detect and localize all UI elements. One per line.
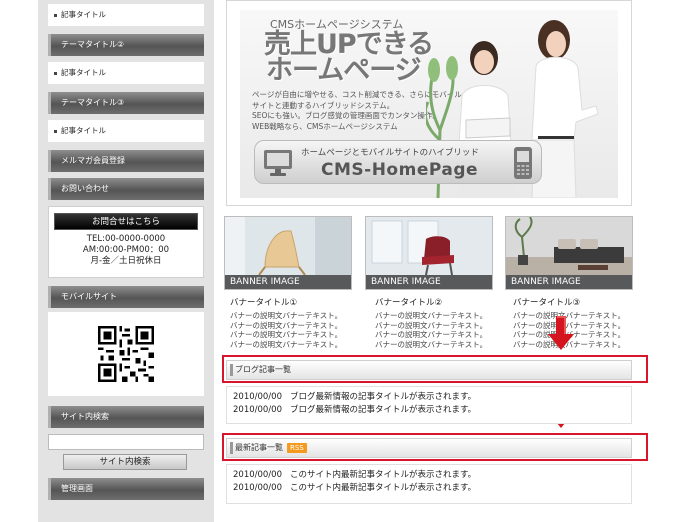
hero-title-line-2: ホームページ — [266, 55, 422, 86]
monitor-icon — [264, 150, 292, 176]
banner-1-title[interactable]: バナータイトル① — [230, 296, 297, 308]
banner-text-line: バナーの説明文バナーテキスト。 — [513, 339, 626, 349]
site-search-input[interactable] — [48, 434, 204, 450]
list-item-title[interactable]: このサイト内最新記事タイトルが表示されます。 — [290, 470, 476, 480]
sidebar-heading-theme-3[interactable]: テーマタイトル③ — [48, 92, 204, 114]
sidebar-heading-site-search: サイト内検索 — [48, 406, 204, 428]
list-item[interactable]: 2010/00/00 ブログ最新情報の記事タイトルが表示されます。 — [227, 391, 631, 404]
latest-list: 2010/00/00 このサイト内最新記事タイトルが表示されます。 2010/00… — [226, 464, 632, 504]
sidebar-item-article-1[interactable]: 記事タイトル — [48, 4, 204, 26]
list-item-title[interactable]: ブログ最新情報の記事タイトルが表示されます。 — [290, 392, 476, 402]
banner-text-line: バナーの説明文バナーテキスト。 — [375, 311, 488, 320]
qr-box — [48, 312, 204, 396]
hero-bar-product: CMS-HomePage — [321, 160, 479, 180]
highlight-box-blog — [222, 355, 648, 383]
bullet-icon — [54, 13, 57, 17]
list-item-date: 2010/00/00 — [233, 483, 282, 493]
sidebar-heading-mobile-site[interactable]: モバイルサイト — [48, 286, 204, 308]
bullet-icon — [54, 129, 57, 133]
blog-list: 2010/00/00 ブログ最新情報の記事タイトルが表示されます。 2010/00… — [226, 386, 632, 424]
list-item-date: 2010/00/00 — [233, 470, 282, 480]
contact-button[interactable]: お問合せはこちら — [54, 213, 198, 230]
qr-code-icon — [98, 326, 154, 382]
banner-3-title[interactable]: バナータイトル③ — [513, 296, 580, 308]
sidebar-item-article-3[interactable]: 記事タイトル — [48, 120, 204, 142]
list-item[interactable]: 2010/00/00 このサイト内最新記事タイトルが表示されます。 — [227, 482, 631, 495]
sidebar-item-admin[interactable]: 管理画面 — [48, 478, 204, 500]
banner-2-caption: BANNER IMAGE — [366, 275, 492, 289]
list-item-date: 2010/00/00 — [233, 405, 282, 415]
list-item[interactable]: 2010/00/00 ブログ最新情報の記事タイトルが表示されます。 — [227, 404, 631, 417]
banner-3-caption: BANNER IMAGE — [506, 275, 632, 289]
arrow-down-icon — [548, 316, 574, 350]
bullet-icon — [54, 71, 57, 75]
list-item-title[interactable]: ブログ最新情報の記事タイトルが表示されます。 — [290, 405, 476, 415]
contact-tel: TEL:00-0000-0000 — [86, 234, 166, 244]
banner-1[interactable]: BANNER IMAGE — [224, 216, 352, 290]
banner-text-line: バナーの説明文バナーテキスト。 — [230, 339, 343, 349]
contact-box: お問合せはこちら TEL:00-0000-0000 AM:00:00-PM00：… — [48, 206, 204, 278]
banner-2-title[interactable]: バナータイトル② — [375, 296, 442, 308]
banner-3[interactable]: BANNER IMAGE — [505, 216, 633, 290]
hero-bar-caption: ホームページとモバイルサイトのハイブリッド — [301, 148, 479, 158]
banner-1-image — [225, 217, 351, 275]
banner-2-text: バナーの説明文バナーテキスト。 バナーの説明文バナーテキスト。 バナーの説明文バ… — [375, 311, 503, 349]
banner-text-line: バナーの説明文バナーテキスト。 — [230, 311, 343, 320]
sidebar-item-article-2[interactable]: 記事タイトル — [48, 62, 204, 84]
hero-banner[interactable]: CMSホームページシステム 売上UPできる ホームページ ページが自由に増やせる… — [240, 10, 618, 198]
hero-title: 売上UPできる ホームページ — [264, 31, 434, 86]
banner-1-caption: BANNER IMAGE — [225, 275, 351, 289]
hero-cms-bar[interactable]: ホームページとモバイルサイトのハイブリッド CMS-HomePage — [254, 140, 542, 184]
sidebar-item-mailmag[interactable]: メルマガ会員登録 — [48, 150, 204, 172]
banner-text-line: バナーの説明文バナーテキスト。 — [375, 339, 488, 349]
banner-text-line: バナーの説明文バナーテキスト。 — [513, 311, 626, 320]
site-search-button[interactable]: サイト内検索 — [63, 454, 187, 470]
sidebar-item-inquiry[interactable]: お問い合わせ — [48, 178, 204, 200]
banner-text-line: バナーの説明文バナーテキスト。 — [513, 320, 626, 330]
banner-text-line: バナーの説明文バナーテキスト。 — [230, 330, 343, 339]
banner-text-line: バナーの説明文バナーテキスト。 — [375, 330, 488, 339]
banner-3-text: バナーの説明文バナーテキスト。 バナーの説明文バナーテキスト。 バナーの説明文バ… — [513, 311, 641, 349]
banner-3-image — [506, 217, 632, 275]
contact-holiday: 月-金／土日祝休日 — [90, 256, 162, 266]
banner-2-image — [366, 217, 492, 275]
banner-2[interactable]: BANNER IMAGE — [365, 216, 493, 290]
contact-hours: AM:00:00-PM00：00 — [82, 245, 170, 255]
sidebar: 記事タイトル テーマタイトル② 記事タイトル テーマタイトル③ 記事タイトル メ… — [38, 0, 214, 522]
banner-1-text: バナーの説明文バナーテキスト。 バナーの説明文バナーテキスト。 バナーの説明文バ… — [230, 311, 358, 349]
banner-text-line: バナーの説明文バナーテキスト。 — [230, 320, 343, 330]
highlight-box-latest — [222, 433, 648, 461]
banner-text-line: バナーの説明文バナーテキスト。 — [375, 320, 488, 330]
list-item[interactable]: 2010/00/00 このサイト内最新記事タイトルが表示されます。 — [227, 469, 631, 482]
mobile-phone-icon — [514, 147, 532, 179]
list-item-title[interactable]: このサイト内最新記事タイトルが表示されます。 — [290, 483, 476, 493]
list-item-date: 2010/00/00 — [233, 392, 282, 402]
sidebar-heading-theme-2[interactable]: テーマタイトル② — [48, 34, 204, 56]
banner-text-line: バナーの説明文バナーテキスト。 — [513, 330, 641, 340]
